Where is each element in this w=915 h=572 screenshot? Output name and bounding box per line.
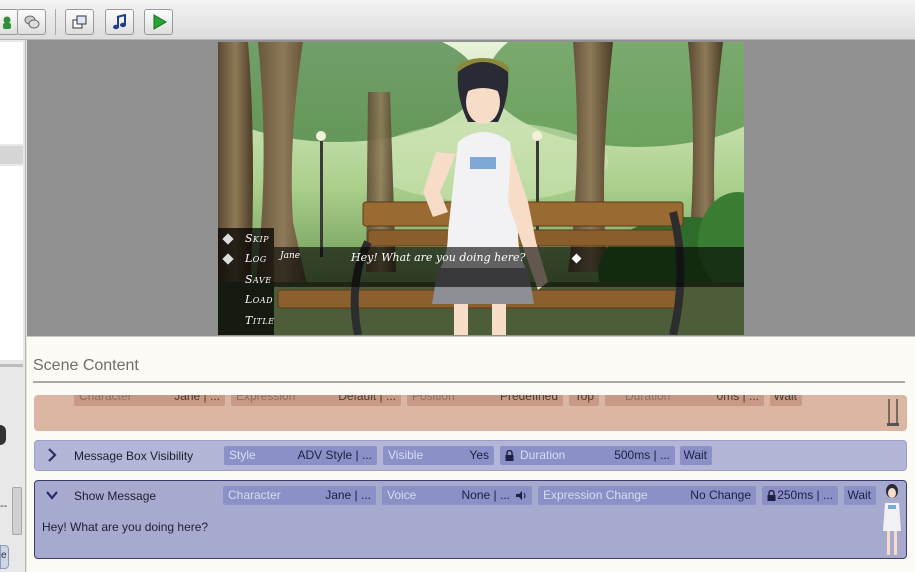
menu-log-label: Log [245,252,267,265]
chevron-right-icon[interactable] [45,447,59,463]
character-portrait-icon [887,399,899,426]
param-value: Wait [683,448,707,462]
speaker-icon[interactable] [515,490,527,501]
messages-button[interactable] [17,9,46,35]
diamond-icon [222,253,234,265]
play-button[interactable] [144,9,173,35]
param-character[interactable]: Character Jane | ... [223,486,376,505]
param-style[interactable]: Style ADV Style | ... [224,446,377,465]
param-duration[interactable]: Duration 500ms | ... [500,446,675,465]
param-expression-change[interactable]: Expression Change No Change [538,486,756,505]
param-wait[interactable]: Wait [680,446,712,465]
param-key: Expression Change [543,488,648,502]
param-value: Wait [773,395,797,403]
menu-title-label: Title [245,314,275,327]
menu-load[interactable]: Load [224,293,276,313]
param-value: Yes [469,448,489,462]
param-expression[interactable]: Expression Default | ... [231,395,401,406]
music-button[interactable] [105,9,134,35]
param-value: No Change [690,488,751,502]
param-wait[interactable]: Wait [844,486,876,505]
param-value: ADV Style | ... [297,448,372,462]
param-value: Default | ... [338,395,396,403]
left-panel: -- e [0,40,26,572]
command-message-box-visibility[interactable]: Message Box Visibility Style ADV Style |… [34,440,907,471]
toolbar [0,0,915,40]
game-quick-menu: Skip Log Save Load Title [218,228,274,335]
menu-skip-label: Skip [245,232,270,245]
sidebar-list[interactable] [0,166,23,360]
command-title: Message Box Visibility [74,449,194,463]
param-key: Character [79,395,132,403]
windows-icon [72,15,86,29]
command-title: Show Message [74,489,157,503]
param-key: Character [228,488,281,502]
menu-skip[interactable]: Skip [222,232,276,252]
param-value: Jane | ... [325,488,371,502]
param-key: Visible [388,448,424,462]
param-value: Wait [847,488,871,502]
sidebar-list-top[interactable] [0,42,23,144]
chevron-down-icon[interactable] [45,487,59,503]
windows-button[interactable] [65,9,94,35]
command-show-character[interactable]: Character Jane | ... Expression Default … [34,395,907,431]
menu-title[interactable]: Title [224,314,276,334]
toolbar-separator [55,9,56,35]
play-icon [153,14,167,30]
command-show-message[interactable]: Show Message Character Jane | ... Voice … [34,480,907,559]
message-box[interactable]: Jane Hey! What are you doing here? [274,247,744,287]
param-duration[interactable]: Duration 0ms | ... [605,395,764,406]
param-wait[interactable]: Wait [770,395,802,406]
music-icon [112,14,126,30]
scene-title-rule [33,381,905,383]
messages-icon [24,15,39,29]
param-value: Top [574,395,594,403]
characters-icon [2,16,11,29]
param-key: Duration [625,395,671,403]
menu-save[interactable]: Save [224,273,276,293]
param-key: Expression [236,395,296,403]
sidebar-scrollbar[interactable] [12,487,22,535]
scene-content-title: Scene Content [33,357,139,374]
message-text: Hey! What are you doing here? [351,251,526,264]
param-value: 250ms | ... [777,488,833,502]
param-key: Duration [520,448,566,462]
diamond-icon [222,233,234,245]
param-layer[interactable]: Top [569,395,599,406]
menu-load-label: Load [245,293,274,306]
lock-icon [505,450,514,461]
sidebar-divider[interactable] [0,364,23,367]
speaker-name: Jane [280,251,301,261]
param-position[interactable]: Position Predefined [407,395,563,406]
scene-content-panel: Scene Content Character Jane | ... Expre… [27,336,915,572]
param-duration[interactable]: 250ms | ... [762,486,838,505]
param-value: None | ... [461,488,510,502]
character-portrait-icon [883,484,901,555]
sidebar-cut-text: -- [0,500,8,512]
param-key: Position [412,395,455,403]
param-key: Voice [387,488,417,502]
sidebar-selected-item[interactable] [0,146,23,164]
param-value: Jane | ... [174,395,220,403]
menu-log[interactable]: Log [222,252,276,272]
lock-icon [767,490,776,501]
param-key: Style [229,448,256,462]
param-value: 0ms | ... [716,395,759,403]
param-voice[interactable]: Voice None | ... [382,486,532,505]
param-value: Predefined [499,395,558,403]
menu-save-label: Save [245,273,272,286]
advance-indicator-icon [571,253,582,264]
param-character[interactable]: Character Jane | ... [74,395,225,406]
message-body-text[interactable]: Hey! What are you doing here? [42,520,208,534]
param-value: 500ms | ... [614,448,670,462]
forest-park-scene-image [218,42,744,335]
param-visible[interactable]: Visible Yes [383,446,494,465]
sidebar-toggle[interactable] [0,425,6,445]
sidebar-chip[interactable]: e [0,545,9,569]
game-preview[interactable]: Skip Log Save Load Title Jane Hey! What … [218,42,744,335]
